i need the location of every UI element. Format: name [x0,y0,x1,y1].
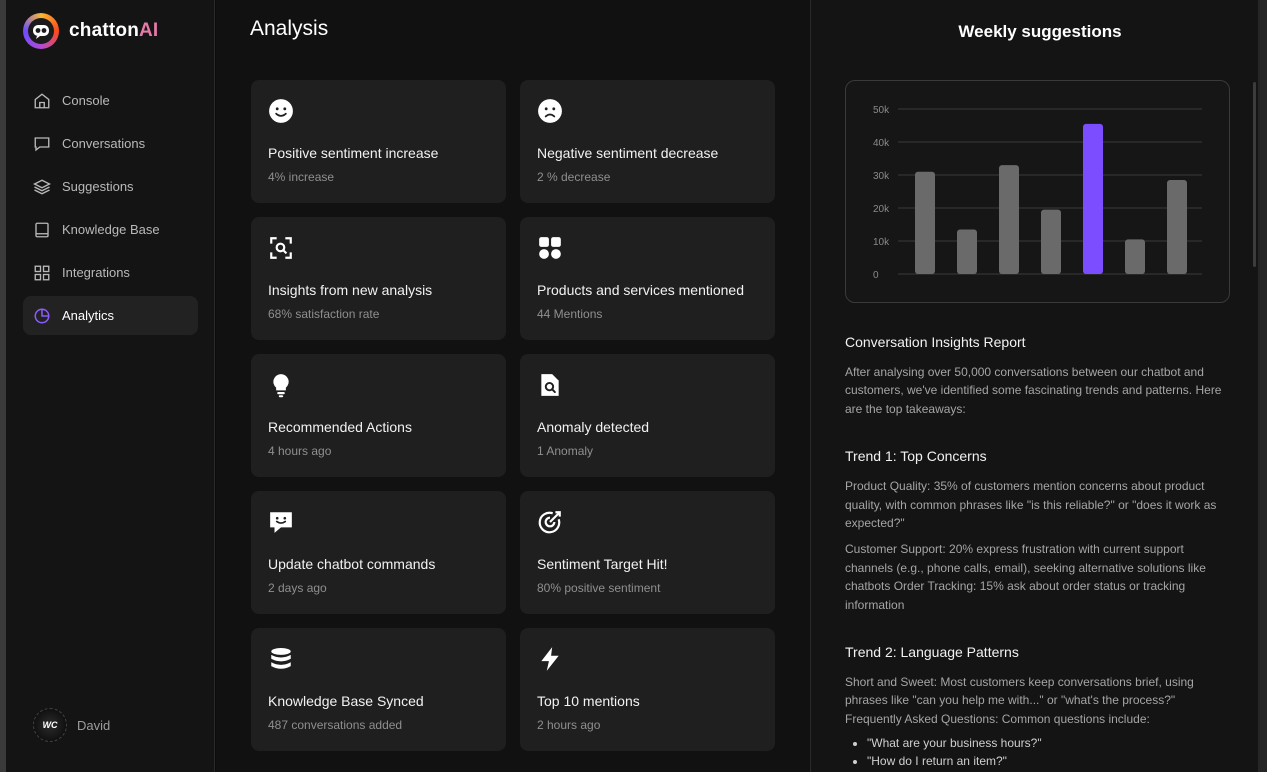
sidebar-item-conversations[interactable]: Conversations [23,124,198,163]
logo[interactable]: chattonAI [23,13,158,49]
faq-list: "What are your business hours?" "How do … [845,734,1230,770]
chat-icon [33,135,51,153]
file-search-icon [537,372,563,398]
y-tick-label: 10k [873,237,890,248]
card-title: Update chatbot commands [268,556,436,572]
trend1-paragraph: Product Quality: 35% of customers mentio… [845,479,1217,531]
user-profile[interactable]: WC David [33,708,110,742]
main-content: Analysis Positive sentiment increase 4% … [216,0,810,772]
insight-card[interactable]: Knowledge Base Synced 487 conversations … [251,628,506,751]
insight-card[interactable]: Top 10 mentions 2 hours ago [520,628,775,751]
logo-text: chattonAI [69,20,159,41]
pie-chart-icon [33,307,51,325]
card-title: Knowledge Base Synced [268,693,424,709]
book-icon [33,221,51,239]
card-subtitle: 487 conversations added [268,718,403,732]
insight-card[interactable]: Negative sentiment decrease 2 % decrease [520,80,775,203]
scan-search-icon [268,235,294,261]
y-tick-label: 40k [873,138,890,149]
insight-card[interactable]: Sentiment Target Hit! 80% positive senti… [520,491,775,614]
home-icon [33,92,51,110]
card-title: Recommended Actions [268,419,412,435]
avatar: WC [33,708,67,742]
bolt-icon [537,646,563,672]
sidebar-item-label: Conversations [62,136,146,151]
frown-icon [537,98,563,124]
bar-chart: 0 10k 20k 30k 40k 50k [873,105,1202,281]
weekly-chart: 0 10k 20k 30k 40k 50k [845,80,1230,303]
sidebar-item-label: Knowledge Base [62,222,160,237]
sidebar-item-label: Analytics [62,308,115,323]
sidebar-item-analytics[interactable]: Analytics [23,296,198,335]
card-title: Anomaly detected [537,419,650,435]
insight-card[interactable]: Products and services mentioned 44 Menti… [520,217,775,340]
card-subtitle: 4% increase [268,170,335,184]
panel-title: Weekly suggestions [958,22,1122,41]
chart-bar[interactable] [957,229,977,274]
insight-card[interactable]: Insights from new analysis 68% satisfact… [251,217,506,340]
trend2-title: Trend 2: Language Patterns [845,644,1019,661]
list-item: "How do I return an item?" [867,752,1230,770]
database-icon [268,646,294,672]
insight-card[interactable]: Anomaly detected 1 Anomaly [520,354,775,477]
panel-scrollbar[interactable] [1253,82,1256,267]
chart-bar[interactable] [1041,209,1061,274]
trend1-paragraph: Customer Support: 20% express frustratio… [845,542,1206,612]
insight-card[interactable]: Update chatbot commands 2 days ago [251,491,506,614]
target-icon [537,509,563,535]
card-subtitle: 2 % decrease [537,170,611,184]
card-title: Negative sentiment decrease [537,145,719,161]
chart-bar[interactable] [1167,179,1187,274]
sidebar-item-label: Suggestions [62,179,134,194]
insight-card[interactable]: Positive sentiment increase 4% increase [251,80,506,203]
card-title: Products and services mentioned [537,282,744,298]
sidebar-item-integrations[interactable]: Integrations [23,253,198,292]
user-name: David [77,717,111,733]
weekly-suggestions-panel: Weekly suggestions 0 10k 20k 30k 40k 50k Conv… [810,0,1258,772]
card-title: Insights from new analysis [268,282,433,298]
report-intro: After analysing over 50,000 conversation… [845,365,1222,416]
lightbulb-icon [268,372,294,398]
card-subtitle: 44 Mentions [537,307,603,321]
chart-bar[interactable] [1125,239,1145,274]
sidebar: chattonAI Console Conversations Suggesti… [6,0,215,772]
window-edge [1258,0,1267,772]
y-tick-label: 30k [873,171,890,182]
list-item: "What are your business hours?" [867,734,1230,752]
sidebar-item-label: Integrations [62,265,130,280]
grid-icon [33,264,51,282]
y-tick-label: 20k [873,204,890,215]
insight-card[interactable]: Recommended Actions 4 hours ago [251,354,506,477]
sidebar-nav: Console Conversations Suggestions Knowle… [23,81,198,339]
logo-mark-icon [23,13,59,49]
layers-icon [33,178,51,196]
trend1-title: Trend 1: Top Concerns [845,448,987,465]
smile-icon [268,98,294,124]
chart-bar[interactable] [915,171,935,274]
card-subtitle: 2 days ago [268,581,327,595]
insights-report: Conversation Insights Report After analy… [845,334,1230,770]
card-subtitle: 80% positive sentiment [537,581,661,595]
card-subtitle: 68% satisfaction rate [268,307,380,321]
shapes-icon [537,235,563,261]
y-tick-label: 0 [873,270,879,281]
sidebar-item-knowledge-base[interactable]: Knowledge Base [23,210,198,249]
card-title: Positive sentiment increase [268,145,439,161]
y-tick-label: 50k [873,105,890,116]
sidebar-item-console[interactable]: Console [23,81,198,120]
report-title: Conversation Insights Report [845,334,1026,350]
card-title: Top 10 mentions [537,693,640,709]
card-subtitle: 2 hours ago [537,718,601,732]
trend2-paragraph: Short and Sweet: Most customers keep con… [845,675,1194,726]
sidebar-item-suggestions[interactable]: Suggestions [23,167,198,206]
page-title: Analysis [250,17,329,40]
message-smile-icon [268,509,294,535]
sidebar-item-label: Console [62,93,110,108]
chart-bar[interactable] [1083,123,1103,274]
card-title: Sentiment Target Hit! [537,556,668,572]
card-subtitle: 1 Anomaly [537,444,594,458]
card-subtitle: 4 hours ago [268,444,332,458]
chart-bar[interactable] [999,165,1019,274]
